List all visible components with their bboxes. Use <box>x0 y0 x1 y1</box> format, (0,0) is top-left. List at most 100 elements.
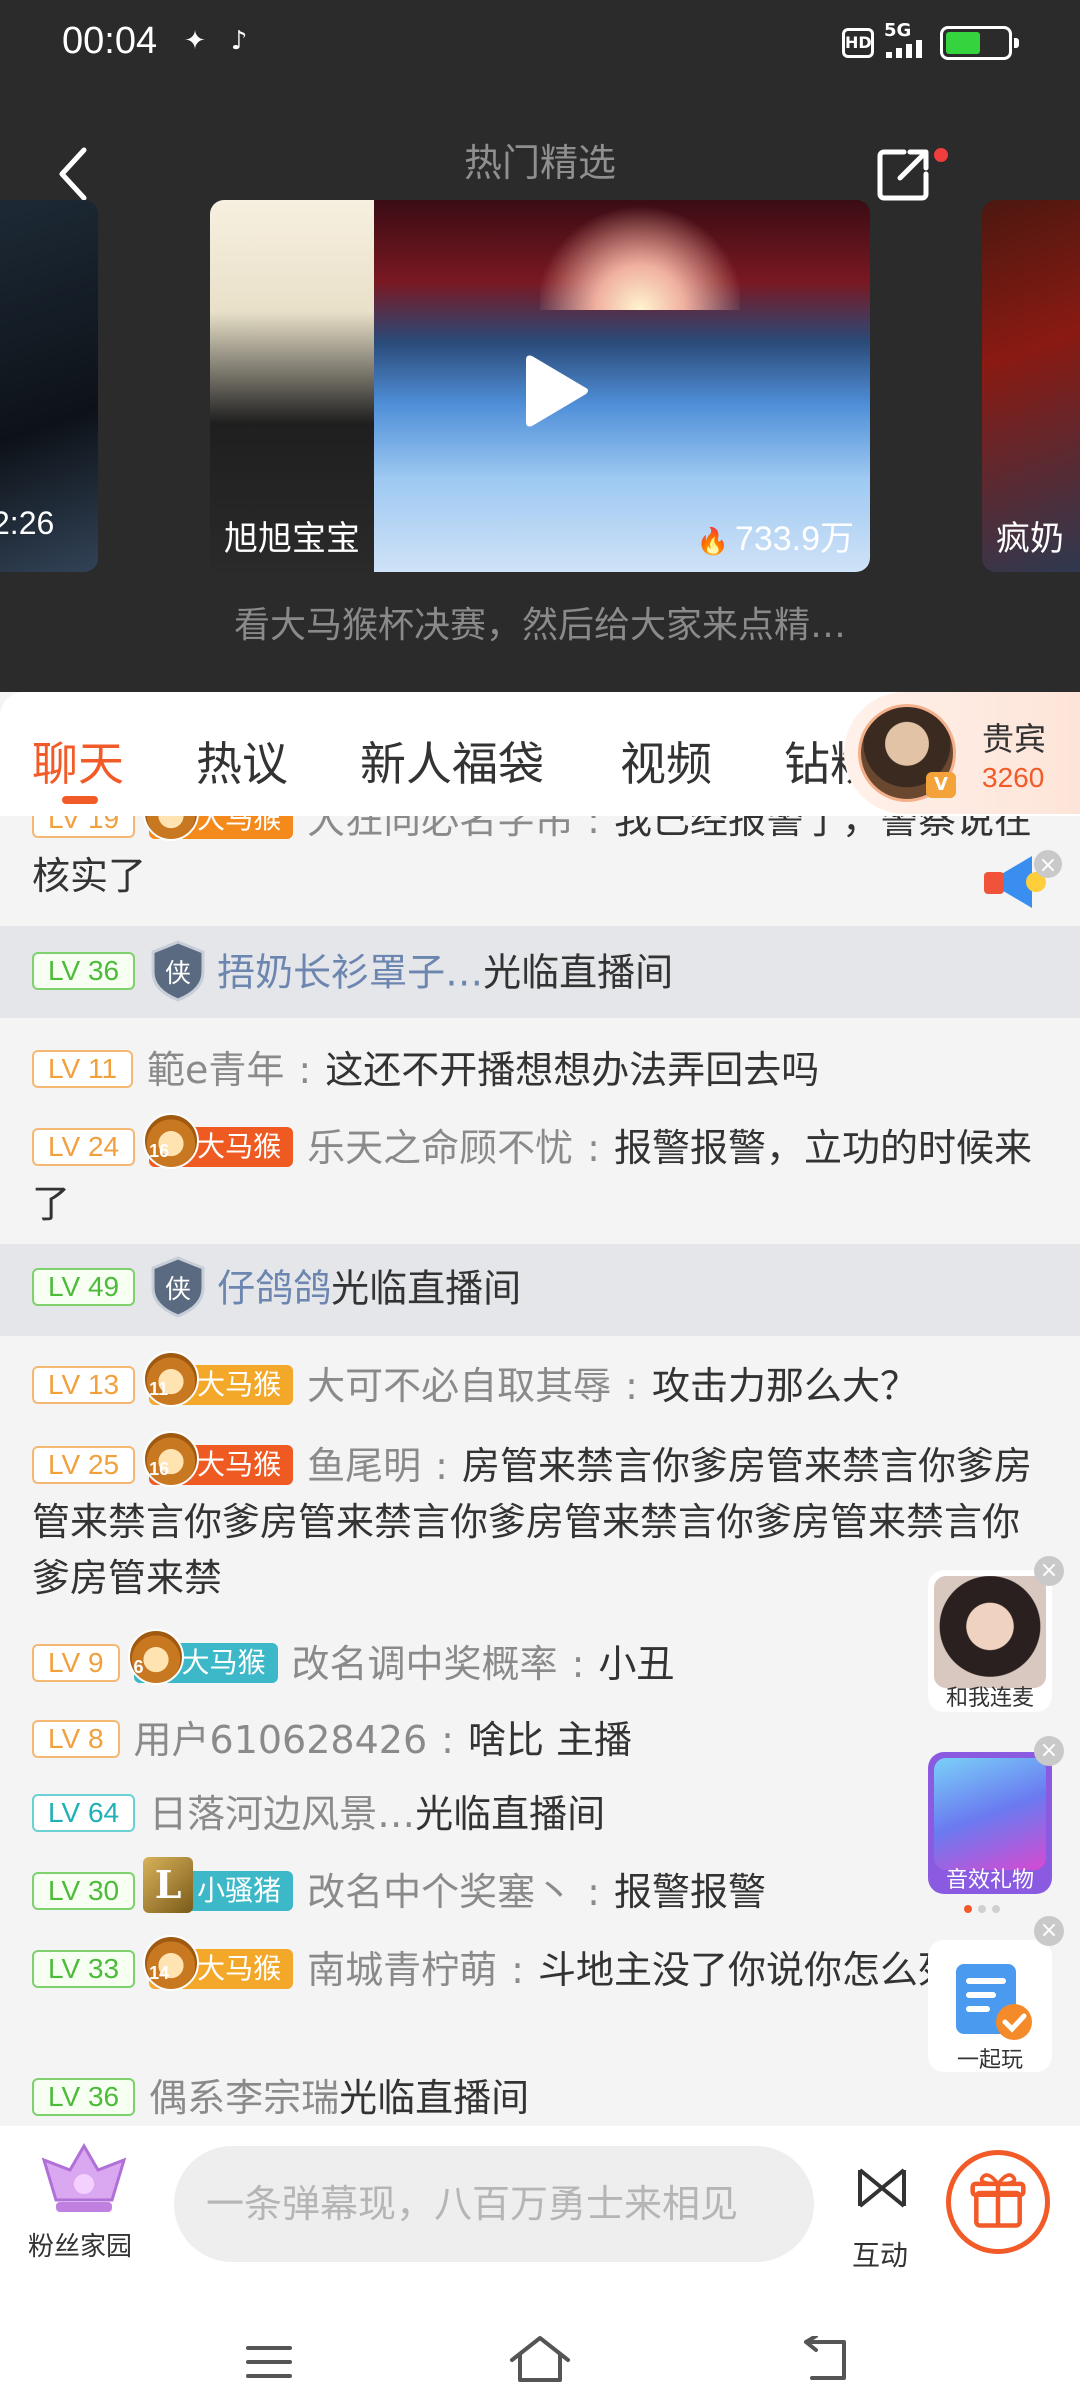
danmu-input[interactable]: 一条弹幕现，八百万勇士来相见 <box>174 2146 814 2262</box>
message-text: 报警报警 <box>613 1870 766 1914</box>
user-nick[interactable]: 捂奶长衫罩子… <box>217 951 483 995</box>
chat-message: LV 9 6 大马猴 改名调中奖概率: 小丑 <box>0 1628 1080 1698</box>
user-nick[interactable]: 改名中个奖塞丶 <box>307 1870 573 1914</box>
chat-list[interactable]: LV 19 大马猴 大狂向必名字吊: 我已经报警了，警察说在核实了 LV 36 侠捂奶长… <box>0 816 1080 2126</box>
fan-home-icon[interactable] <box>36 2140 132 2220</box>
shield-icon: 侠 <box>151 940 205 1002</box>
tab-newbie-bag[interactable]: 新人福袋 <box>360 728 544 794</box>
level-badge: LV 30 <box>32 1871 136 1910</box>
back-nav-icon[interactable] <box>798 2336 852 2382</box>
video-carousel-panel: 00:04 ✦ ♪ HD 5G 热门精选 2:26 旭旭宝宝 🔥 733.9万 疯… <box>0 0 1080 692</box>
chat-join-notice: LV 49 侠仔鸽鸽光临直播间 <box>0 1244 1080 1336</box>
video-caption: 看大马猴杯决赛，然后给大家来点精… <box>233 605 846 646</box>
interact-icon[interactable] <box>856 2162 908 2214</box>
vip-label: 贵宾 <box>982 720 1047 758</box>
vip-guest-button[interactable]: V 贵宾 3260 <box>844 692 1080 814</box>
user-nick[interactable]: 大可不必自取其辱 <box>307 1364 611 1408</box>
carousel-video-next[interactable]: 疯奶 <box>982 200 1080 572</box>
monkey-icon: 16 <box>143 1430 200 1487</box>
monkey-icon: 6 <box>127 1628 184 1685</box>
vip-badge-icon: V <box>926 772 956 798</box>
lianmai-widget[interactable]: 和我连麦 <box>928 1570 1052 1712</box>
gift-effect-widget[interactable]: 音效礼物 <box>928 1752 1052 1894</box>
user-nick[interactable]: 仔鸽鸽 <box>217 1267 331 1311</box>
chat-message: LV 24 16 大马猴 乐天之命顾不忧: 报警报警，立功的时候来了 <box>0 1112 1080 1242</box>
chat-join-notice: LV 36 侠捂奶长衫罩子…光临直播间 <box>0 926 1080 1018</box>
level-badge: LV 64 <box>32 1793 136 1832</box>
user-nick[interactable]: 範e青年 <box>147 1048 284 1092</box>
home-icon[interactable] <box>508 2332 572 2386</box>
tab-hot-discussion[interactable]: 热议 <box>196 728 288 794</box>
join-text: 光临直播间 <box>339 2076 530 2120</box>
message-text: 啥比 主播 <box>467 1718 633 1762</box>
streamer-name-next: 疯奶 <box>996 519 1064 559</box>
plane-icon <box>934 1758 1046 1870</box>
fan-home-label[interactable]: 粉丝家园 <box>28 2226 132 2263</box>
level-badge: LV 49 <box>32 1268 136 1306</box>
user-nick[interactable]: 南城青柠萌 <box>307 1948 497 1992</box>
level-badge: LV 8 <box>32 1719 120 1758</box>
status-time: 00:04 <box>62 20 158 62</box>
status-bar: 00:04 ✦ ♪ HD 5G <box>0 0 1080 90</box>
join-text: 光临直播间 <box>415 1792 606 1836</box>
flame-icon: 🔥 <box>696 526 729 556</box>
monkey-icon: 16 <box>143 1112 200 1169</box>
notification-dot <box>934 148 948 162</box>
message-text: 攻击力那么大？ <box>651 1364 918 1408</box>
video-duration: 2:26 <box>0 505 55 541</box>
user-nick[interactable]: 乐天之命顾不忧 <box>307 1126 573 1170</box>
share-icon[interactable] <box>874 144 934 204</box>
join-text: 光临直播间 <box>483 950 674 995</box>
active-tab-indicator <box>62 796 98 804</box>
join-text: 光临直播间 <box>331 1266 522 1311</box>
carousel-video-prev[interactable]: 2:26 <box>0 200 98 572</box>
user-nick[interactable]: 大狂向必名字吊 <box>307 816 573 842</box>
level-badge: LV 36 <box>32 2077 136 2116</box>
tab-video[interactable]: 视频 <box>620 728 712 794</box>
user-nick[interactable]: 日落河边风景… <box>149 1792 415 1836</box>
message-text: 这还不开播想想办法弄回去吗 <box>325 1048 820 1092</box>
streamer-name: 旭旭宝宝 <box>224 519 360 559</box>
page-dots <box>964 1898 1006 1917</box>
battery-icon <box>940 26 1019 60</box>
level-badge: LV 36 <box>32 952 136 990</box>
chat-join-notice: LV 64 日落河边风景…光临直播间 <box>0 1778 1080 1848</box>
level-badge: LV 25 <box>32 1445 136 1484</box>
carousel-video-current[interactable]: 旭旭宝宝 🔥 733.9万 <box>210 200 870 572</box>
monkey-icon: 11 <box>143 1350 200 1407</box>
chat-message: LV 33 14 大马猴 南城青柠萌: 斗地主没了你说你怎么死 <box>0 1934 1080 2064</box>
lianmai-avatar <box>934 1576 1046 1688</box>
message-text: 斗地主没了你说你怎么死 <box>537 1948 956 1992</box>
tiktok-icon: ♪ <box>230 26 248 56</box>
close-icon[interactable]: × <box>1034 1916 1064 1946</box>
signal-icon <box>886 38 930 58</box>
close-icon[interactable]: × <box>1034 1556 1064 1586</box>
gift-icon[interactable] <box>946 2150 1050 2254</box>
play-together-widget[interactable]: 一起玩 <box>928 1940 1052 2073</box>
level-badge: LV 13 <box>32 1365 136 1404</box>
close-icon[interactable]: × <box>1034 1736 1064 1766</box>
interact-label[interactable]: 互动 <box>852 2234 908 2274</box>
level-badge: LV 33 <box>32 1949 136 1988</box>
play-icon[interactable] <box>504 342 600 438</box>
message-text: 小丑 <box>598 1642 675 1686</box>
fan-badge: 大马猴 <box>143 816 294 841</box>
bird-icon: ✦ <box>184 26 206 56</box>
monkey-icon: 14 <box>143 1934 200 1991</box>
menu-icon[interactable] <box>246 2342 292 2382</box>
view-count: 🔥 733.9万 <box>696 520 854 558</box>
user-nick[interactable]: 用户610628426 <box>134 1718 428 1762</box>
league-icon: L <box>143 1856 194 1913</box>
user-nick[interactable]: 偶系李宗瑞 <box>149 2076 339 2120</box>
system-nav-bar <box>0 2296 1080 2408</box>
level-badge: LV 9 <box>32 1643 120 1682</box>
chat-message: LV 8 用户610628426: 啥比 主播 <box>0 1704 1080 1774</box>
hd-icon: HD <box>842 28 874 58</box>
megaphone-icon[interactable]: × <box>980 842 1080 922</box>
tab-chat[interactable]: 聊天 <box>32 728 124 794</box>
user-nick[interactable]: 改名调中奖概率 <box>292 1642 558 1686</box>
user-nick[interactable]: 鱼尾明 <box>307 1444 421 1488</box>
play-together-label: 一起玩 <box>956 2048 1023 2073</box>
chat-join-notice: LV 36 偶系李宗瑞光临直播间 <box>0 2066 1080 2126</box>
fan-badge: 16 大马猴 <box>143 1112 294 1169</box>
